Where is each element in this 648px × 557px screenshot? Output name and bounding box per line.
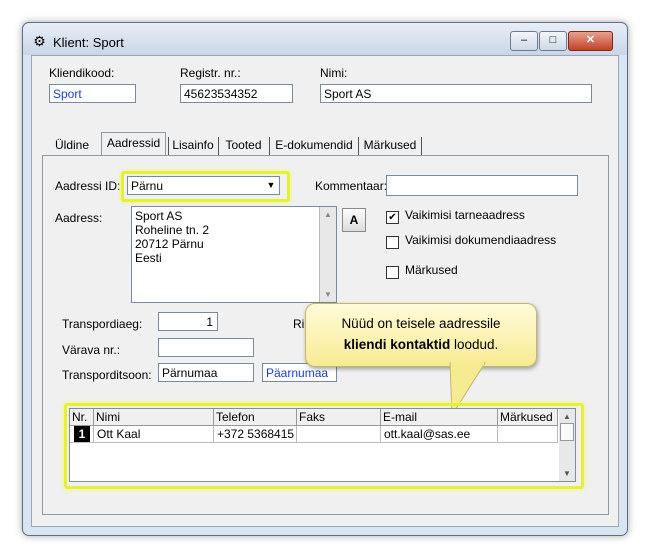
notes-checkbox[interactable] xyxy=(386,266,399,279)
reg-number-field[interactable]: 45623534352 xyxy=(180,84,293,103)
tab-separator xyxy=(358,137,359,155)
default-document-checkbox[interactable] xyxy=(386,236,399,249)
column-header-telefon[interactable]: Telefon xyxy=(214,409,297,426)
address-id-label: Aadressi ID: xyxy=(55,179,121,193)
column-header-email[interactable]: E-mail xyxy=(381,409,498,426)
callout-rest: loodud. xyxy=(450,337,499,352)
address-text: Sport AS Roheline tn. 2 20712 Pärnu Eest… xyxy=(135,209,209,265)
callout-line-2: kliendi kontaktid loodud. xyxy=(306,334,536,355)
column-header-markused[interactable]: Märkused xyxy=(498,409,558,426)
address-line: Roheline tn. 2 xyxy=(135,223,210,237)
contacts-table: Nr. Nimi Telefon Faks E-mail Märkused 1 … xyxy=(69,408,561,482)
table-cell-name[interactable]: Ott Kaal xyxy=(94,426,214,443)
address-line: Eesti xyxy=(135,251,162,265)
address-id-value: Pärnu xyxy=(131,179,164,193)
tab-separator xyxy=(168,137,169,155)
address-scrollbar[interactable]: ▲ ▼ xyxy=(319,207,336,302)
tab-markused[interactable]: Märkused xyxy=(361,135,419,156)
title-bar[interactable]: ⚙ Klient: Sport – □ ✕ xyxy=(23,23,627,55)
tab-separator xyxy=(269,137,270,155)
app-icon: ⚙ xyxy=(33,33,46,49)
table-cell-email[interactable]: ott.kaal@sas.ee xyxy=(381,426,498,443)
close-button[interactable]: ✕ xyxy=(568,31,613,51)
column-header-faks[interactable]: Faks xyxy=(297,409,381,426)
name-field[interactable]: Sport AS xyxy=(320,84,592,103)
scroll-thumb[interactable] xyxy=(560,423,574,441)
table-cell-phone[interactable]: +372 5368415 xyxy=(214,426,297,443)
address-textarea[interactable]: Sport AS Roheline tn. 2 20712 Pärnu Eest… xyxy=(131,206,337,303)
default-delivery-checkbox[interactable]: ✔ xyxy=(386,211,399,224)
tooltip-callout: Nüüd on teisele aadressile kliendi konta… xyxy=(305,303,537,367)
scroll-down-icon[interactable]: ▼ xyxy=(559,469,575,478)
notes-checkbox-label: Märkused xyxy=(405,263,458,277)
address-line: 20712 Pärnu xyxy=(135,237,204,251)
table-cell-nr[interactable]: 1 xyxy=(70,426,94,443)
format-address-button[interactable]: A xyxy=(342,208,366,232)
table-cell-notes[interactable] xyxy=(498,426,558,443)
gate-label: Värava nr.: xyxy=(62,343,121,357)
column-header-nr[interactable]: Nr. xyxy=(70,409,94,426)
column-header-nimi[interactable]: Nimi xyxy=(94,409,214,426)
table-cell-fax[interactable] xyxy=(297,426,381,443)
transport-zone-field[interactable]: Pärnumaa xyxy=(158,363,254,382)
comment-field[interactable] xyxy=(386,175,578,196)
maximize-button[interactable]: □ xyxy=(539,31,567,51)
default-delivery-label: Vaikimisi tarneaadress xyxy=(405,208,525,222)
address-label: Aadress: xyxy=(55,211,103,225)
gate-field[interactable] xyxy=(158,338,254,357)
callout-line-1: Nüüd on teisele aadressile xyxy=(341,316,501,331)
client-code-label: Kliendikood: xyxy=(49,66,115,80)
contacts-scrollbar[interactable]: ▲ ▼ xyxy=(559,408,576,482)
name-label: Nimi: xyxy=(320,66,348,80)
chevron-down-icon[interactable]: ▼ xyxy=(263,177,279,194)
default-document-label: Vaikimisi dokumendiaadress xyxy=(405,233,557,247)
tab-separator xyxy=(218,137,219,155)
address-id-select[interactable]: Pärnu ▼ xyxy=(127,176,280,195)
callout-bold: kliendi kontaktid xyxy=(343,337,451,352)
tab-separator xyxy=(421,137,422,155)
scroll-up-icon[interactable]: ▲ xyxy=(559,412,575,421)
tab-uldine[interactable]: Üldine xyxy=(49,135,95,156)
tab-tooted[interactable]: Tooted xyxy=(221,135,266,156)
contacts-grid[interactable]: Nr. Nimi Telefon Faks E-mail Märkused 1 … xyxy=(69,408,577,484)
tab-aadressid[interactable]: Aadressid xyxy=(101,132,166,156)
reg-number-label: Registr. nr.: xyxy=(180,66,241,80)
tab-e-dokumendid[interactable]: E-dokumendid xyxy=(272,135,356,156)
scroll-up-icon[interactable]: ▲ xyxy=(320,210,336,219)
row-number: 1 xyxy=(74,426,90,442)
tab-lisainfo[interactable]: Lisainfo xyxy=(170,135,216,156)
minimize-button[interactable]: – xyxy=(510,31,538,51)
transport-time-label: Transpordiaeg: xyxy=(62,317,143,331)
transport-time-field[interactable]: 1 xyxy=(158,312,218,331)
scroll-down-icon[interactable]: ▼ xyxy=(320,290,336,299)
window-title: Klient: Sport xyxy=(53,35,124,50)
client-code-field[interactable]: Sport xyxy=(49,84,136,103)
comment-label: Kommentaar: xyxy=(315,179,388,193)
address-line: Sport AS xyxy=(135,209,183,223)
transport-zone-label: Transporditsoon: xyxy=(62,368,152,382)
